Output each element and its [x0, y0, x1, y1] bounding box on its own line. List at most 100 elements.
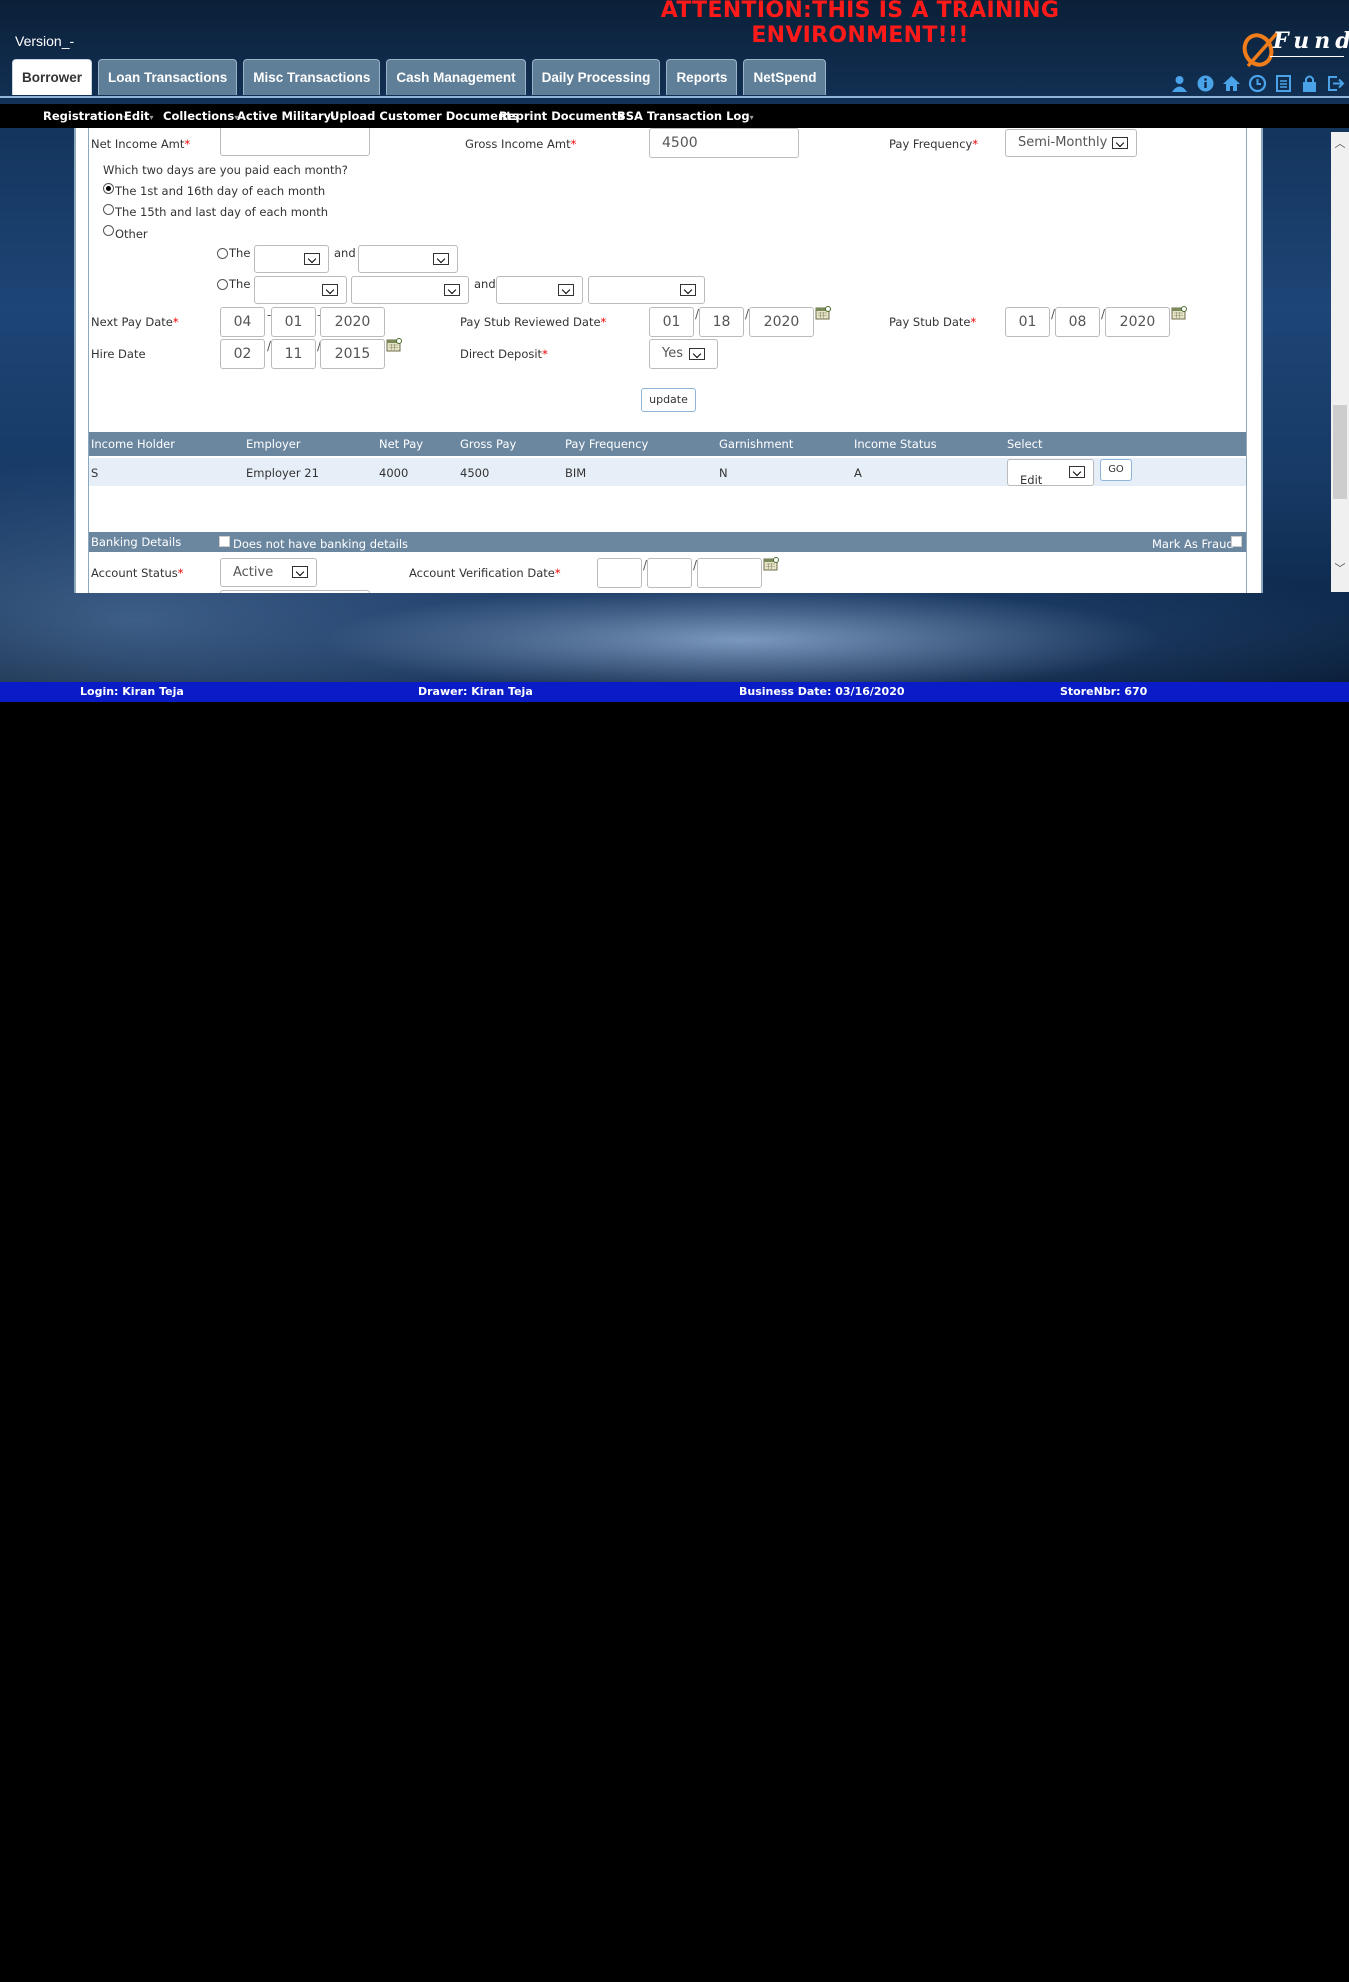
status-bar: Login: Kiran Teja Drawer: Kiran Teja Bus… [0, 682, 1349, 702]
document-icon[interactable] [1274, 74, 1293, 93]
the-label-2: The [229, 277, 251, 291]
subnav-reprint-documents[interactable]: Reprint Documents [499, 109, 624, 123]
tab-borrower[interactable]: Borrower [12, 59, 93, 95]
form-frame: Net Income Amt* Gross Income Amt* 4500 P… [88, 128, 1247, 593]
gross-income-input[interactable]: 4500 [649, 128, 799, 158]
next-pay-day-input[interactable]: 01 [271, 307, 316, 337]
direct-deposit-label: Direct Deposit* [460, 347, 548, 361]
next-pay-month-input[interactable]: 04 [220, 307, 265, 337]
calendar-icon[interactable] [815, 306, 831, 320]
subnav-upload-documents[interactable]: Upload Customer Documents [330, 109, 519, 123]
no-banking-checkbox[interactable] [219, 536, 230, 547]
calendar-icon[interactable] [763, 557, 779, 571]
calendar-icon[interactable] [386, 338, 402, 352]
cell-income-holder: S [91, 466, 99, 480]
tab-daily-processing[interactable]: Daily Processing [531, 59, 661, 95]
pay-stub-reviewed-day-input[interactable]: 18 [699, 307, 744, 337]
subnav-collections[interactable]: Collections▾ [163, 109, 238, 123]
account-status-label-text: Account Status [91, 566, 178, 580]
subnav-edit[interactable]: Edit▾ [124, 109, 154, 123]
go-button[interactable]: GO [1100, 459, 1132, 481]
logo-underline [1270, 56, 1344, 57]
tab-reports[interactable]: Reports [666, 59, 738, 95]
header-icons [1170, 74, 1345, 93]
direct-deposit-label-text: Direct Deposit [460, 347, 543, 361]
account-status-select[interactable]: Active [220, 558, 317, 587]
hire-month-input[interactable]: 02 [220, 339, 265, 369]
radio-1st-16th[interactable] [103, 183, 114, 194]
verification-month-input[interactable] [597, 558, 642, 588]
subnav-bsa-transaction-log[interactable]: BSA Transaction Log▾ [617, 109, 754, 123]
subnav-registration[interactable]: Registration▾ [43, 109, 127, 123]
net-income-input[interactable] [220, 128, 370, 156]
other-day2-select[interactable] [358, 245, 458, 273]
hire-year-input[interactable]: 2015 [320, 339, 385, 369]
required-marker: * [970, 315, 977, 329]
option-other-label: Other [115, 227, 148, 241]
gross-income-label-text: Gross Income Amt [465, 137, 571, 151]
subnav-active-military[interactable]: Active Military▾ [237, 109, 335, 123]
banking-details-header: Banking Details Does not have banking de… [89, 532, 1246, 552]
account-status-value: Active [233, 565, 274, 580]
scrollbar-thumb[interactable] [1333, 405, 1347, 499]
col-net-pay: Net Pay [379, 437, 424, 451]
pay-frequency-select[interactable]: Semi-Monthly [1005, 129, 1137, 157]
info-icon[interactable] [1196, 74, 1215, 93]
radio-other-weekdays[interactable] [217, 279, 228, 290]
logout-icon[interactable] [1326, 74, 1345, 93]
page-scrollbar[interactable]: ︿ ﹀ [1331, 132, 1349, 592]
hire-date-label: Hire Date [91, 347, 146, 361]
banking-details-title: Banking Details [91, 535, 182, 549]
pay-stub-reviewed-label: Pay Stub Reviewed Date* [460, 315, 606, 329]
account-field-partial[interactable] [220, 590, 370, 593]
radio-15th-last[interactable] [103, 204, 114, 215]
verification-day-input[interactable] [647, 558, 692, 588]
other-weekday1-select[interactable] [351, 276, 469, 304]
subnav-registration-label: Registration [43, 109, 124, 123]
tab-cash-management[interactable]: Cash Management [386, 59, 526, 95]
tab-loan-transactions[interactable]: Loan Transactions [98, 59, 238, 95]
scroll-up-icon[interactable]: ︿ [1334, 138, 1346, 150]
other-week1-select[interactable] [254, 276, 347, 304]
dropdown-caret-icon: ▾ [149, 113, 154, 122]
tab-netspend[interactable]: NetSpend [743, 59, 827, 95]
scroll-down-icon[interactable]: ﹀ [1334, 563, 1346, 575]
other-week2-select[interactable] [496, 276, 583, 304]
update-button[interactable]: update [641, 388, 696, 412]
mark-fraud-checkbox[interactable] [1231, 536, 1242, 547]
lock-icon[interactable] [1300, 74, 1319, 93]
pay-stub-reviewed-year-input[interactable]: 2020 [749, 307, 814, 337]
col-income-holder: Income Holder [91, 437, 175, 451]
direct-deposit-value: Yes [662, 346, 683, 361]
calendar-icon[interactable] [1171, 306, 1187, 320]
radio-other-days[interactable] [217, 248, 228, 259]
direct-deposit-select[interactable]: Yes [649, 339, 718, 369]
verification-date-label: Account Verification Date* [409, 566, 561, 580]
radio-other[interactable] [103, 225, 114, 236]
next-pay-year-input[interactable]: 2020 [320, 307, 385, 337]
tab-misc-transactions[interactable]: Misc Transactions [243, 59, 381, 95]
pay-stub-year-input[interactable]: 2020 [1105, 307, 1170, 337]
chevron-down-icon [292, 566, 308, 578]
pay-frequency-label-text: Pay Frequency [889, 137, 973, 151]
verification-date-label-text: Account Verification Date [409, 566, 555, 580]
chevron-down-icon [444, 284, 460, 296]
business-date-status: Business Date: 03/16/2020 [739, 685, 905, 698]
pay-frequency-label: Pay Frequency* [889, 137, 978, 151]
other-weekday2-select[interactable] [588, 276, 705, 304]
clock-icon[interactable] [1248, 74, 1267, 93]
pay-stub-day-input[interactable]: 08 [1055, 307, 1100, 337]
other-day1-select[interactable] [254, 245, 329, 273]
next-pay-date-label: Next Pay Date* [91, 315, 179, 329]
pay-stub-date-label: Pay Stub Date* [889, 315, 976, 329]
pay-stub-reviewed-month-input[interactable]: 01 [649, 307, 694, 337]
hire-day-input[interactable]: 11 [271, 339, 316, 369]
user-icon[interactable] [1170, 74, 1189, 93]
home-icon[interactable] [1222, 74, 1241, 93]
pay-stub-month-input[interactable]: 01 [1005, 307, 1050, 337]
chevron-down-icon [680, 284, 696, 296]
verification-year-input[interactable] [697, 558, 762, 588]
row-action-select[interactable]: Edit [1007, 459, 1094, 487]
mark-fraud-label: Mark As Fraud [1152, 537, 1234, 551]
cell-garnishment: N [719, 466, 728, 480]
